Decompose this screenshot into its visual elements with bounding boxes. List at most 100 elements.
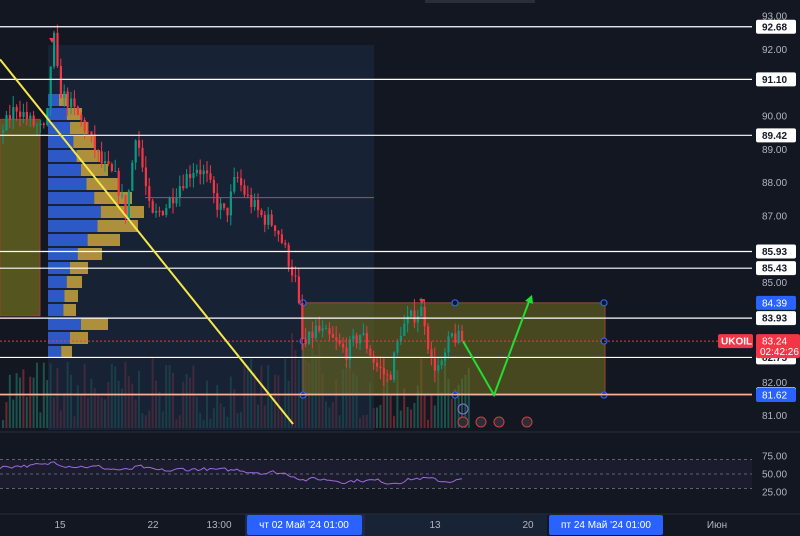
candle-body: [386, 374, 389, 376]
candle-body: [427, 326, 430, 350]
candle-body: [352, 335, 355, 340]
candle-body: [287, 244, 290, 267]
volume-bar: [440, 392, 443, 428]
candle-body: [63, 91, 66, 99]
candle-body: [8, 115, 11, 120]
candle-body: [134, 140, 137, 163]
candle-body: [56, 32, 59, 66]
candle-body: [236, 177, 239, 179]
profile-bar-blue: [48, 192, 95, 204]
volume-bar: [25, 396, 28, 428]
candle-body: [131, 162, 134, 191]
candle-body: [93, 134, 96, 151]
candle-body: [104, 160, 107, 164]
profile-bar-blue: [48, 206, 101, 218]
profile-bar-blue: [48, 150, 77, 162]
candle-body: [117, 170, 120, 196]
candle-body: [233, 177, 236, 192]
profile-bar-blue: [48, 332, 70, 344]
candle-body: [399, 335, 402, 342]
candle-body: [5, 115, 8, 131]
time-tick-label: Июн: [707, 520, 727, 531]
candle-body: [420, 306, 423, 317]
candle-body: [209, 173, 212, 180]
candle-body: [148, 186, 151, 201]
volume-bar: [379, 404, 382, 428]
candle-body: [311, 331, 314, 338]
candle-body: [243, 185, 246, 195]
candle-body: [59, 65, 62, 99]
candle-body: [461, 330, 464, 342]
candle-body: [168, 197, 171, 209]
candle-body: [185, 174, 188, 189]
candle-body: [158, 211, 161, 213]
candle-body: [328, 328, 331, 335]
candle-body: [87, 131, 90, 133]
level-price-label: 81.62: [762, 391, 787, 402]
candle-body: [70, 98, 73, 108]
level-price-label: 89.42: [762, 131, 787, 142]
candle-body: [12, 107, 15, 120]
candle-body: [284, 242, 287, 245]
chart-canvas[interactable]: 93.0092.0090.0089.0088.0087.0085.0082.00…: [0, 0, 800, 536]
level-price-label: 92.68: [762, 22, 787, 33]
candle-body: [331, 334, 334, 338]
level-price-label: 84.39: [762, 298, 787, 309]
volume-bar: [427, 419, 429, 428]
candle-body: [240, 178, 243, 186]
candle-body: [199, 169, 202, 175]
profile-bar-blue: [48, 248, 78, 260]
candle-body: [280, 234, 283, 243]
candle-body: [195, 169, 198, 174]
zone-handle: [451, 299, 459, 307]
volume-bar: [46, 380, 49, 428]
candle-body: [250, 194, 253, 207]
level-price-label: 85.93: [762, 247, 787, 258]
time-tick-label: 15: [54, 520, 66, 531]
candle-body: [393, 352, 396, 380]
candle-body: [410, 310, 413, 317]
candle-body: [253, 200, 256, 207]
time-tick-label: 13: [429, 520, 441, 531]
volume-bar: [2, 419, 4, 428]
candle-body: [202, 170, 205, 175]
profile-bar-blue: [48, 234, 88, 246]
candle-body: [348, 339, 351, 360]
volume-bar: [15, 373, 18, 428]
candle-body: [107, 160, 110, 165]
candle-body: [165, 208, 168, 216]
toolbar-edge: [425, 0, 535, 3]
rsi-tick-label: 25.00: [762, 488, 787, 499]
candle-body: [335, 337, 338, 341]
candle-body: [15, 107, 18, 112]
candle-body: [433, 358, 436, 371]
candle-body: [121, 195, 124, 197]
candle-body: [450, 333, 453, 337]
price-tick-label: 85.00: [762, 278, 787, 289]
price-tick-label: 82.00: [762, 378, 787, 389]
economic-event-icon: [521, 416, 533, 428]
candle-body: [444, 352, 447, 361]
candle-body: [151, 200, 154, 213]
candle-body: [100, 151, 103, 164]
time-range-fill: [365, 514, 547, 536]
rsi-band: [0, 459, 752, 489]
candle-body: [229, 191, 232, 216]
level-price-label: 91.10: [762, 75, 787, 86]
profile-bar-gold: [63, 304, 76, 316]
volume-bar: [389, 395, 392, 428]
candle-body: [172, 197, 175, 204]
range-zone: [302, 302, 606, 396]
candle-body: [416, 316, 419, 323]
candle-body: [226, 207, 229, 216]
candle-body: [267, 214, 270, 225]
volume-bar: [12, 399, 15, 428]
candle-body: [216, 193, 219, 210]
volume-bar: [430, 394, 433, 428]
time-cursor-start-label: чт 02 Май '24 01:00: [259, 520, 349, 531]
profile-bar-gold: [66, 276, 82, 288]
volume-bar: [22, 369, 25, 428]
countdown-label: 02:42:26: [760, 347, 799, 358]
time-tick-label: 13:00: [206, 520, 231, 531]
volume-bar: [8, 374, 11, 428]
